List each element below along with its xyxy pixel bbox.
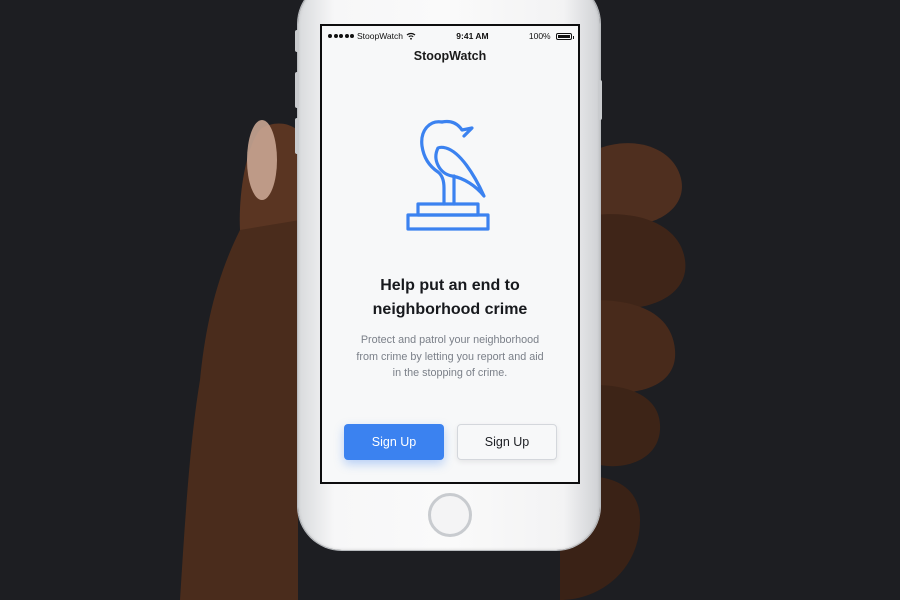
wifi-icon: [406, 32, 416, 40]
status-time: 9:41 AM: [456, 31, 489, 41]
headline-line-2: neighborhood crime: [372, 301, 528, 318]
description-line-3: in the stopping of crime.: [392, 367, 508, 379]
status-bar: StoopWatch 9:41 AM 100%: [322, 26, 578, 46]
sign-up-primary-button[interactable]: Sign Up: [344, 424, 444, 460]
volume-up-button: [295, 72, 299, 108]
headline-line-1: Help put an end to: [380, 277, 520, 294]
description: Protect and patrol your neighborhood fro…: [348, 332, 552, 382]
battery-indicator: 100%: [528, 31, 574, 41]
description-line-1: Protect and patrol your neighborhood: [360, 334, 540, 346]
description-line-2: from crime by letting you report and aid: [356, 350, 544, 363]
home-button[interactable]: [428, 493, 472, 537]
signal-icon: [328, 34, 354, 38]
bird-on-pedestal-icon: [406, 119, 490, 231]
volume-down-button: [295, 118, 299, 154]
app-title: StoopWatch: [413, 49, 487, 63]
headline: Help put an end to neighborhood crime: [322, 274, 578, 322]
power-button: [598, 80, 602, 120]
mute-switch: [295, 30, 299, 52]
sign-up-secondary-button[interactable]: Sign Up: [457, 424, 557, 460]
battery-label: 100%: [528, 31, 551, 41]
carrier-label: StoopWatch: [357, 31, 403, 41]
battery-icon: [556, 33, 574, 41]
app-screen: StoopWatch 9:41 AM 100% StoopWatch Help …: [320, 24, 580, 484]
